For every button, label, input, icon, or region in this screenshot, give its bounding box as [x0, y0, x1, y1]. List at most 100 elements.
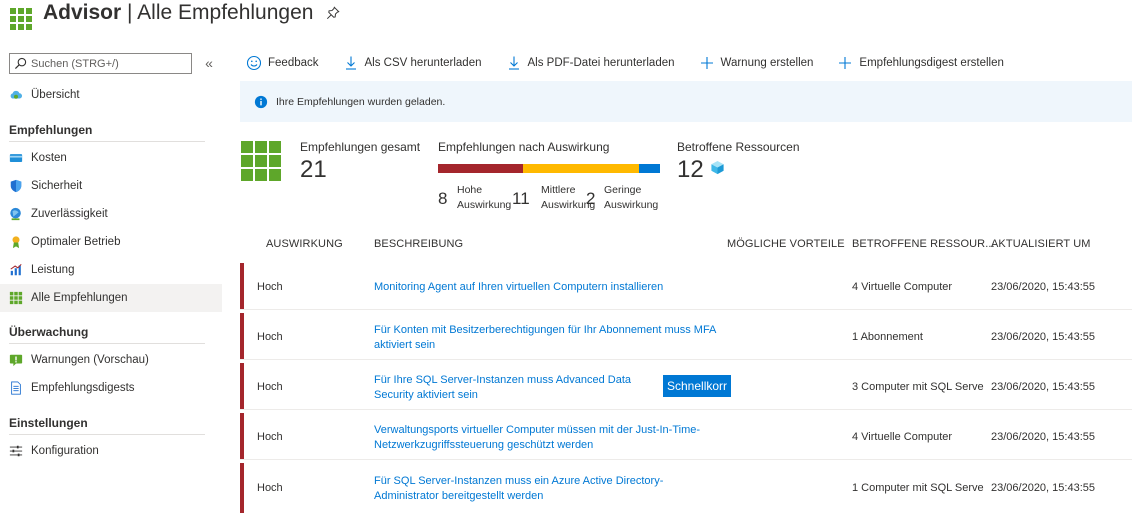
- sidebar-item-all-recommendations[interactable]: Alle Empfehlungen: [0, 284, 222, 312]
- impact-bar-segment: [438, 164, 523, 173]
- ribbon-icon: [12, 236, 20, 249]
- column-header-benefits[interactable]: MÖGLICHE VORTEILE: [727, 238, 845, 250]
- cube-icon: [711, 160, 724, 175]
- high-impact-indicator: [240, 313, 244, 359]
- sidebar-item-alerts[interactable]: Warnungen (Vorschau): [0, 346, 222, 374]
- globe-icon: [10, 207, 21, 221]
- sidebar-item-label: Alle Empfehlungen: [31, 292, 128, 304]
- shield-icon: [10, 179, 22, 193]
- impact-bar-segment: [638, 164, 660, 173]
- download-pdf-button[interactable]: Als PDF-Datei herunterladen: [500, 55, 675, 71]
- download-csv-button[interactable]: Als CSV herunterladen: [337, 55, 482, 71]
- section-monitoring: Überwachung: [9, 324, 205, 344]
- row-impact: Hoch: [257, 482, 283, 494]
- info-icon: [254, 95, 268, 108]
- brand-name: Advisor: [43, 1, 122, 24]
- high-impact-label-line1: Hohe: [457, 184, 483, 196]
- column-header-description[interactable]: BESCHREIBUNG: [374, 238, 463, 250]
- table-row[interactable]: Hoch Verwaltungsports virtueller Compute…: [240, 413, 1132, 460]
- recommendations-grid-icon: [241, 141, 281, 181]
- high-impact-indicator: [240, 413, 244, 459]
- row-description-link[interactable]: Monitoring Agent auf Ihren virtuellen Co…: [374, 280, 719, 295]
- high-impact-indicator: [240, 363, 244, 409]
- feedback-button[interactable]: Feedback: [240, 55, 319, 71]
- sidebar-item-performance[interactable]: Leistung: [0, 256, 222, 284]
- sidebar-item-label: Leistung: [31, 264, 75, 276]
- row-resources: 4 Virtuelle Computer: [852, 281, 953, 293]
- sidebar-item-label: Kosten: [31, 152, 67, 164]
- low-impact-label-line2: Auswirkung: [604, 199, 659, 211]
- download-icon: [508, 56, 519, 70]
- resources-label: Betroffene Ressourcen: [677, 140, 800, 154]
- table-row[interactable]: Hoch Für Ihre SQL Server-Instanzen muss …: [240, 363, 1132, 410]
- table-row[interactable]: Hoch Für SQL Server-Instanzen muss ein A…: [240, 463, 1132, 513]
- collapse-sidebar-button[interactable]: «: [202, 54, 216, 72]
- sidebar-item-overview[interactable]: Übersicht: [0, 81, 222, 109]
- sidebar-item-security[interactable]: Sicherheit: [0, 172, 222, 200]
- search-input[interactable]: [31, 56, 189, 71]
- row-updated: 23/06/2020, 15:43:55: [991, 482, 1095, 494]
- column-header-impact[interactable]: AUSWIRKUNG: [266, 238, 343, 250]
- plus-icon: [700, 57, 713, 69]
- cloud-icon: [10, 90, 23, 99]
- total-value: 21: [300, 156, 327, 183]
- sidebar-item-label: Sicherheit: [31, 180, 83, 192]
- high-impact-count: 8: [438, 189, 448, 208]
- sidebar-item-configuration[interactable]: Konfiguration: [0, 437, 222, 465]
- impact-label: Empfehlungen nach Auswirkung: [438, 140, 610, 154]
- medium-impact-count: 11: [512, 189, 530, 208]
- command-bar: Feedback Als CSV herunterladen Als PDF-D…: [240, 50, 1022, 76]
- quick-fix-button[interactable]: Schnellkorr: [663, 375, 731, 397]
- bar-chart-icon: [10, 263, 22, 276]
- total-label: Empfehlungen gesamt: [300, 140, 421, 154]
- sidebar-item-costs[interactable]: Kosten: [0, 144, 222, 172]
- feedback-label: Feedback: [268, 57, 319, 69]
- sidebar-item-operations[interactable]: Optimaler Betrieb: [0, 228, 222, 256]
- high-impact-label: Hohe Auswirkung: [457, 183, 511, 213]
- table-row[interactable]: Hoch Monitoring Agent auf Ihren virtuell…: [240, 263, 1132, 310]
- search-icon: [14, 57, 27, 70]
- advisor-logo-icon: [10, 8, 32, 30]
- row-impact: Hoch: [257, 331, 283, 343]
- banner-text: Ihre Empfehlungen wurden geladen.: [276, 95, 446, 108]
- resources-value: 12: [677, 156, 704, 183]
- row-description-link[interactable]: Für Ihre SQL Server-Instanzen muss Advan…: [374, 373, 654, 403]
- sidebar-item-label: Zuverlässigkeit: [31, 208, 108, 220]
- pin-icon[interactable]: [326, 6, 340, 20]
- row-updated: 23/06/2020, 15:43:55: [991, 381, 1095, 393]
- download-pdf-label: Als PDF-Datei herunterladen: [527, 57, 675, 69]
- high-impact-indicator: [240, 263, 244, 309]
- row-resources: 1 Computer mit SQL Serve: [852, 482, 984, 494]
- sidebar: « Übersicht Empfehlungen Kosten Sicherhe…: [0, 44, 224, 513]
- row-updated: 23/06/2020, 15:43:55: [991, 281, 1095, 293]
- low-impact-label: Geringe Auswirkung: [604, 183, 658, 213]
- search-box[interactable]: [9, 53, 192, 74]
- row-updated: 23/06/2020, 15:43:55: [991, 431, 1095, 443]
- smiley-icon: [246, 55, 262, 71]
- row-impact: Hoch: [257, 281, 283, 293]
- plus-icon: [839, 57, 852, 69]
- download-icon: [345, 56, 356, 70]
- row-updated: 23/06/2020, 15:43:55: [991, 331, 1095, 343]
- create-alert-button[interactable]: Warnung erstellen: [693, 55, 814, 71]
- impact-bar: [438, 164, 660, 173]
- column-header-updated[interactable]: AKTUALISIERT UM: [991, 238, 1091, 250]
- section-settings: Einstellungen: [9, 415, 205, 435]
- row-description-link[interactable]: Verwaltungsports virtueller Computer müs…: [374, 423, 719, 453]
- create-digest-button[interactable]: Empfehlungsdigest erstellen: [831, 55, 1004, 71]
- cost-icon: [9, 154, 23, 162]
- sidebar-item-digests[interactable]: Empfehlungsdigests: [0, 374, 222, 402]
- sidebar-item-label: Optimaler Betrieb: [31, 236, 121, 248]
- column-header-resources[interactable]: BETROFFENE RESSOUR...: [852, 238, 995, 250]
- document-icon: [11, 381, 21, 395]
- info-banner: Ihre Empfehlungen wurden geladen.: [240, 81, 1132, 122]
- sidebar-item-reliability[interactable]: Zuverlässigkeit: [0, 200, 222, 228]
- row-resources: 4 Virtuelle Computer: [852, 431, 953, 443]
- row-description-link[interactable]: Für SQL Server-Instanzen muss ein Azure …: [374, 474, 719, 504]
- table-row[interactable]: Hoch Für Konten mit Besitzerberechtigung…: [240, 313, 1132, 360]
- page-title-text: | Alle Empfehlungen: [127, 1, 314, 24]
- row-description-link[interactable]: Für Konten mit Besitzerberechtigungen fü…: [374, 323, 719, 353]
- create-alert-label: Warnung erstellen: [720, 57, 814, 69]
- sidebar-item-label: Übersicht: [31, 89, 80, 101]
- alert-icon: [9, 354, 23, 367]
